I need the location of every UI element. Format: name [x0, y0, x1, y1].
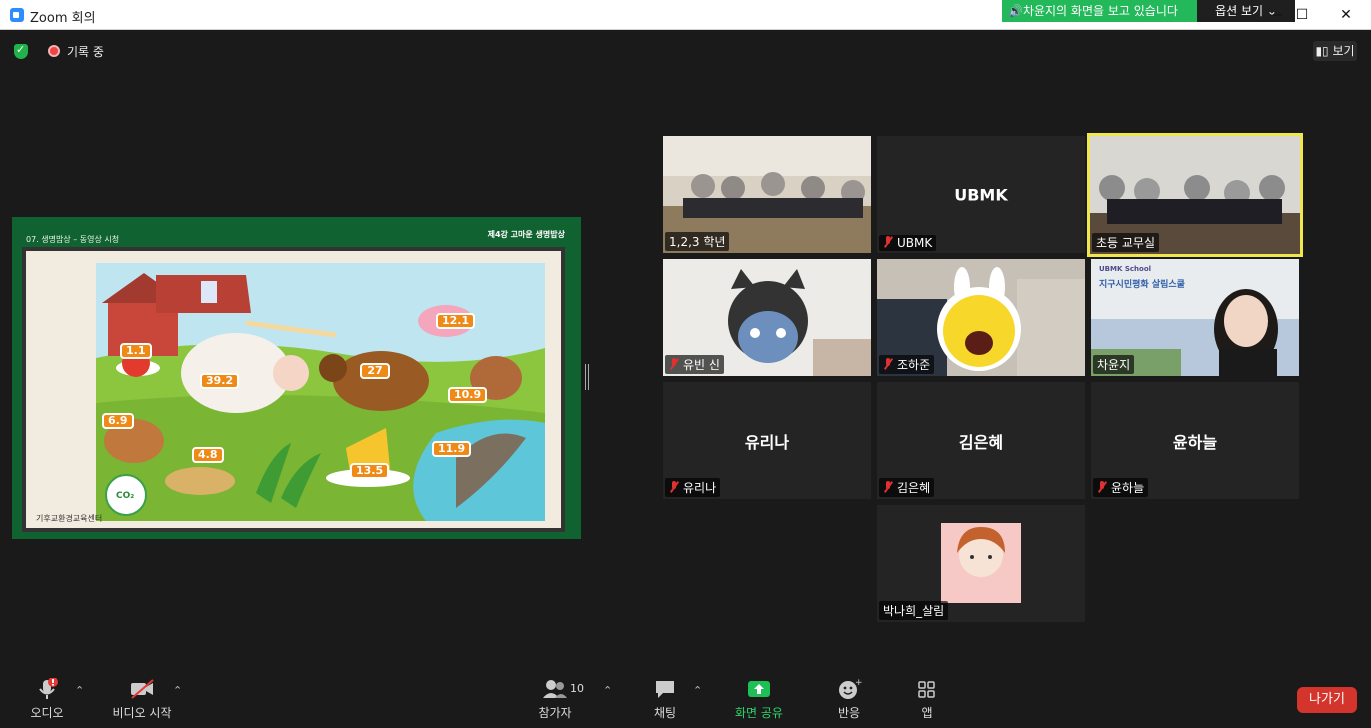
- participant-name-yoon-text: 윤하늘: [1111, 481, 1145, 495]
- value-badge-sheep: 39.2: [200, 373, 240, 389]
- presenter-banner-line1: UBMK School: [1099, 265, 1152, 273]
- video-tile-office[interactable]: 초등 교무실: [1087, 133, 1303, 257]
- video-tile-yubin[interactable]: 유빈 신: [663, 259, 871, 376]
- reactions-icon: +: [839, 678, 862, 699]
- audio-options-caret[interactable]: ⌃: [75, 684, 84, 697]
- reactions-button[interactable]: + 반응: [832, 678, 866, 721]
- view-button[interactable]: ▮▯ 보기: [1313, 41, 1357, 61]
- close-button[interactable]: ✕: [1332, 4, 1360, 26]
- video-tile-grade-class[interactable]: 1,2,3 학년: [663, 136, 871, 253]
- video-tile-cha[interactable]: UBMK School 지구시민평화 살림스쿨 차윤지: [1091, 259, 1299, 376]
- security-shield-icon[interactable]: [14, 43, 28, 59]
- chat-button[interactable]: 채팅: [648, 678, 682, 721]
- participant-name-ubmk: UBMK: [879, 235, 937, 251]
- participant-display-kim: 김은혜: [958, 432, 1004, 452]
- value-badge-turkey: 10.9: [448, 387, 488, 403]
- slide-content: 1.1 39.2 27 12.1 10.9 6.9 4.8 13.5 11.9 …: [22, 247, 565, 532]
- recording-label: 기록 중: [67, 45, 104, 59]
- value-badge-eggs: 4.8: [192, 447, 224, 463]
- meeting-toolbar: 오디오 ⌃ 비디오 시작 ⌃ 참가자 10 ⌃ 채팅 ⌃ 화면 공유 + 반응 …: [12, 672, 1361, 728]
- apps-button[interactable]: 앱: [912, 678, 942, 721]
- value-badge-tomato: 1.1: [120, 343, 152, 359]
- value-badge-chicken: 6.9: [102, 413, 134, 429]
- muted-mic-icon: [669, 358, 679, 370]
- farm-illustration: 1.1 39.2 27 12.1 10.9 6.9 4.8 13.5 11.9 …: [96, 263, 545, 521]
- chat-label: 채팅: [653, 706, 677, 720]
- microphone-icon: [39, 678, 58, 699]
- participant-name-office: 초등 교무실: [1092, 233, 1160, 252]
- video-options-caret[interactable]: ⌃: [173, 684, 182, 697]
- participant-display-yoon: 윤하늘: [1172, 432, 1218, 452]
- presenter-banner-line2: 지구시민평화 살림스쿨: [1099, 280, 1185, 290]
- apps-label: 앱: [921, 706, 933, 720]
- participant-name-yoon: 윤하늘: [1093, 478, 1149, 497]
- leave-meeting-button[interactable]: 나가기: [1297, 687, 1357, 713]
- recording-icon: [48, 45, 60, 57]
- video-tile-kim[interactable]: 김은혜 김은혜: [877, 382, 1085, 499]
- split-resize-handle[interactable]: [585, 364, 589, 390]
- participant-name-kim-text: 김은혜: [897, 481, 931, 495]
- muted-mic-icon: [669, 481, 679, 493]
- participant-name-yurina: 유리나: [665, 478, 721, 497]
- shared-screen: 07. 생명밥상 – 동영상 시청 제4강 고마운 생명밥상 1.1 39.2 …: [12, 217, 581, 539]
- participant-name-park: 박나희_살림: [879, 601, 949, 620]
- participant-name-grade-class: 1,2,3 학년: [665, 232, 730, 251]
- slide-left-header: 07. 생명밥상 – 동영상 시청: [26, 235, 120, 244]
- participant-name-cha: 차윤지: [1093, 355, 1135, 374]
- apps-icon: [918, 681, 935, 698]
- audio-button[interactable]: 오디오: [24, 678, 70, 721]
- participants-count: 10: [570, 682, 584, 695]
- title-bar: Zoom 회의 🔊차윤지의 화면을 보고 있습니다 옵션 보기 ⌄ — ☐ ✕: [0, 0, 1371, 30]
- video-tile-yurina[interactable]: 유리나 유리나: [663, 382, 871, 499]
- view-label: 보기: [1332, 44, 1355, 58]
- reactions-label: 반응: [837, 706, 861, 720]
- chat-icon: [656, 681, 674, 698]
- participants-options-caret[interactable]: ⌃: [603, 684, 612, 697]
- participants-icon: [543, 680, 567, 698]
- maximize-button[interactable]: ☐: [1288, 4, 1316, 26]
- muted-mic-icon: [883, 358, 893, 370]
- participant-name-jo: 조하준: [879, 355, 935, 374]
- muted-mic-icon: [883, 481, 893, 493]
- video-tile-jo[interactable]: 조하준: [877, 259, 1085, 376]
- window-title: Zoom 회의: [30, 11, 96, 26]
- muted-mic-icon: [1097, 481, 1107, 493]
- start-video-button[interactable]: 비디오 시작: [104, 678, 180, 721]
- minimize-button[interactable]: —: [1262, 4, 1290, 26]
- chat-options-caret[interactable]: ⌃: [693, 684, 702, 697]
- video-off-icon: [131, 679, 154, 699]
- participant-name-yubin-text: 유빈 신: [683, 358, 720, 372]
- muted-mic-icon: [883, 236, 893, 248]
- participant-name-yubin: 유빈 신: [665, 355, 724, 374]
- screen-share-banner: 🔊차윤지의 화면을 보고 있습니다: [1002, 0, 1197, 22]
- grid-view-icon: ▮▯: [1315, 44, 1333, 58]
- participant-name-yurina-text: 유리나: [683, 481, 717, 495]
- video-tile-park[interactable]: 박나희_살림: [877, 505, 1085, 622]
- participant-name-kim: 김은혜: [879, 478, 935, 497]
- participant-display-ubmk: UBMK: [954, 185, 1008, 204]
- value-badge-fish: 11.9: [432, 441, 472, 457]
- value-badge-cow: 27: [360, 363, 390, 379]
- share-label: 화면 공유: [735, 706, 783, 720]
- audio-label: 오디오: [30, 706, 64, 720]
- value-badge-pig: 12.1: [436, 313, 476, 329]
- share-screen-button[interactable]: 화면 공유: [728, 678, 790, 721]
- meeting-area: 기록 중 ▮▯ 보기 07. 생명밥상 – 동영상 시청 제4강 고마운 생명밥…: [12, 31, 1361, 728]
- co2-label: CO₂: [116, 491, 135, 501]
- participant-name-jo-text: 조하준: [897, 358, 931, 372]
- participant-display-yurina: 유리나: [744, 432, 790, 452]
- video-label: 비디오 시작: [112, 706, 172, 720]
- svg-text:+: +: [855, 678, 862, 688]
- value-badge-cheese: 13.5: [350, 463, 390, 479]
- video-tile-ubmk[interactable]: UBMK UBMK: [877, 136, 1085, 253]
- share-screen-icon: [748, 681, 770, 697]
- slide-footer-text: 기후교환경교육센터: [36, 514, 103, 523]
- video-tile-yoon[interactable]: 윤하늘 윤하늘: [1091, 382, 1299, 499]
- participants-label: 참가자: [538, 706, 572, 720]
- zoom-app-icon: [10, 8, 24, 22]
- slide-right-header: 제4강 고마운 생명밥상: [487, 230, 565, 239]
- participant-name-ubmk-text: UBMK: [897, 236, 933, 250]
